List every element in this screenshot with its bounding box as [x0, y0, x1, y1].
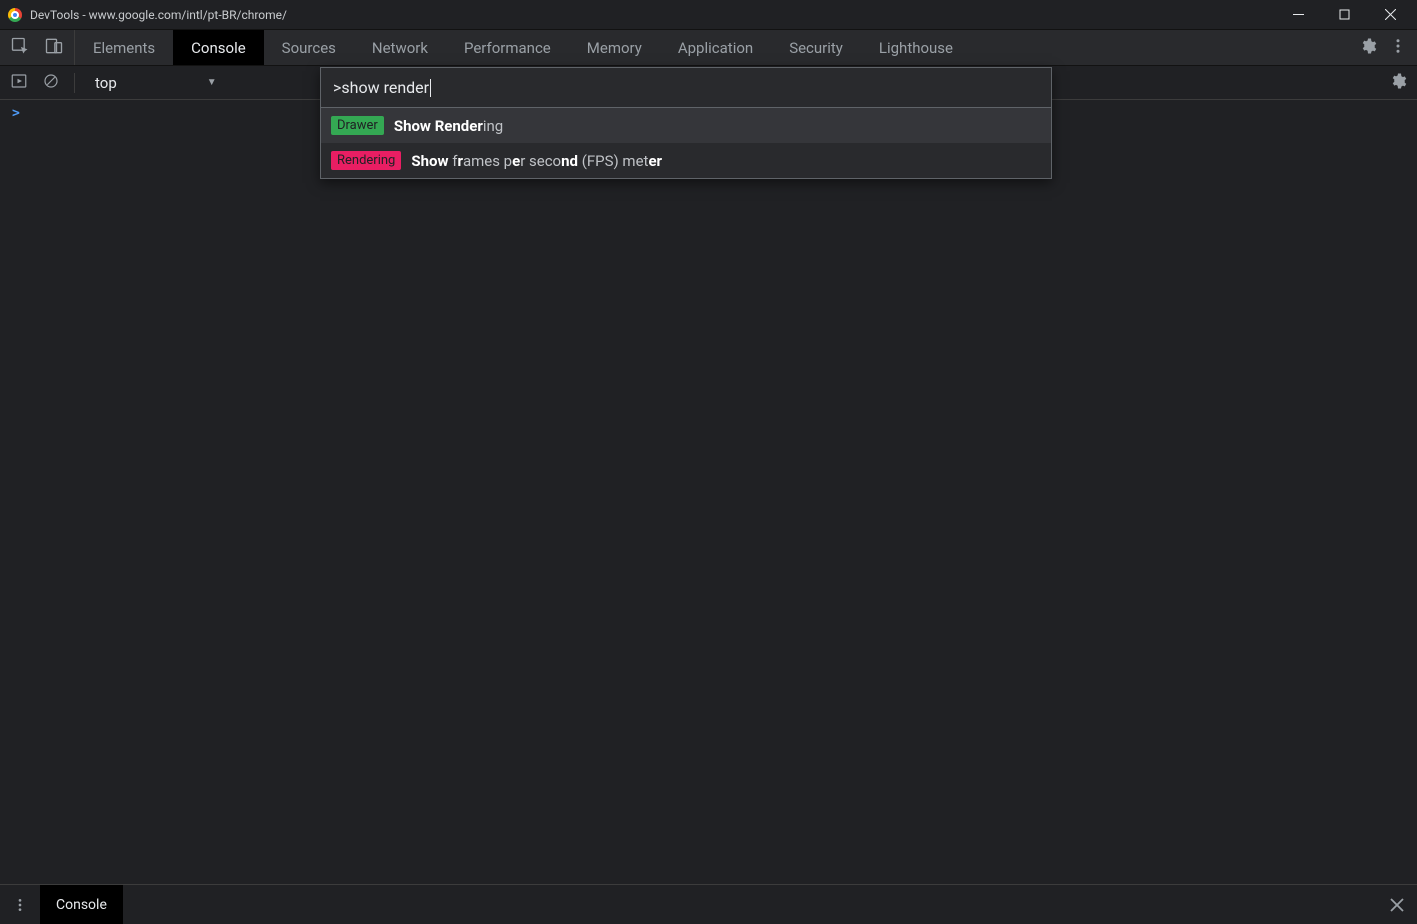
- command-menu-input[interactable]: > show render: [321, 68, 1051, 108]
- command-result[interactable]: Drawer Show Rendering: [321, 108, 1051, 143]
- tab-console[interactable]: Console: [173, 30, 264, 65]
- tab-application[interactable]: Application: [660, 30, 771, 65]
- window-maximize-button[interactable]: [1321, 0, 1367, 30]
- context-label: top: [95, 74, 117, 92]
- chevron-down-icon: ▼: [207, 77, 217, 88]
- tab-security[interactable]: Security: [771, 30, 861, 65]
- command-query: show render: [341, 78, 429, 97]
- inspect-element-icon[interactable]: [10, 36, 30, 60]
- tab-memory[interactable]: Memory: [569, 30, 660, 65]
- device-toolbar-icon[interactable]: [44, 36, 64, 60]
- chrome-icon: [8, 8, 22, 22]
- devtools-tabstrip: ElementsConsoleSourcesNetworkPerformance…: [0, 30, 1417, 66]
- text-caret: [430, 79, 431, 97]
- settings-icon[interactable]: [1359, 37, 1377, 59]
- tab-performance[interactable]: Performance: [446, 30, 569, 65]
- tab-sources[interactable]: Sources: [264, 30, 354, 65]
- divider: [74, 73, 75, 93]
- tab-network[interactable]: Network: [354, 30, 446, 65]
- window-minimize-button[interactable]: [1275, 0, 1321, 30]
- command-prefix: >: [333, 78, 341, 97]
- context-selector[interactable]: top ▼: [89, 72, 223, 94]
- drawer-more-icon[interactable]: [0, 885, 40, 924]
- drawer-tab-console[interactable]: Console: [40, 885, 123, 924]
- tab-elements[interactable]: Elements: [75, 30, 173, 65]
- window-close-button[interactable]: [1367, 0, 1413, 30]
- window-titlebar: DevTools - www.google.com/intl/pt-BR/chr…: [0, 0, 1417, 30]
- clear-console-icon[interactable]: [42, 72, 60, 94]
- command-result-badge: Rendering: [331, 151, 401, 170]
- command-menu: > show render Drawer Show Rendering Render…: [320, 67, 1052, 179]
- drawer: Console: [0, 884, 1417, 924]
- console-output[interactable]: >: [0, 100, 1417, 884]
- window-title: DevTools - www.google.com/intl/pt-BR/chr…: [30, 8, 287, 22]
- console-settings-icon[interactable]: [1389, 72, 1407, 94]
- command-result-label: Show frames per second (FPS) meter: [411, 152, 662, 170]
- drawer-close-button[interactable]: [1377, 885, 1417, 924]
- console-prompt: >: [12, 106, 20, 121]
- more-menu-icon[interactable]: [1389, 37, 1407, 59]
- command-result-label: Show Rendering: [394, 117, 503, 135]
- drawer-tab-label: Console: [56, 897, 107, 913]
- tab-lighthouse[interactable]: Lighthouse: [861, 30, 971, 65]
- command-result[interactable]: Rendering Show frames per second (FPS) me…: [321, 143, 1051, 178]
- toggle-sidebar-icon[interactable]: [10, 72, 28, 94]
- command-result-badge: Drawer: [331, 116, 384, 135]
